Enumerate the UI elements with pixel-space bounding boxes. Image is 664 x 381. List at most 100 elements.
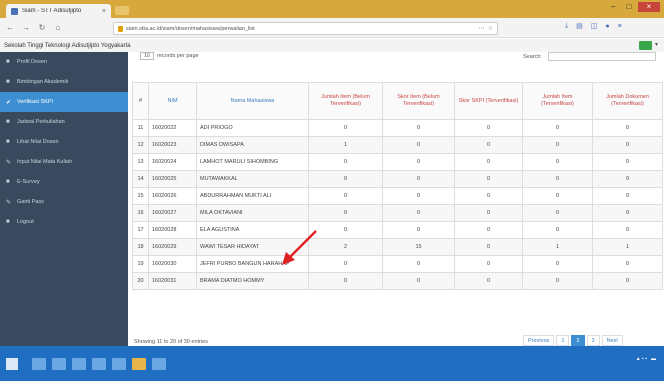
forward-icon[interactable]: → (22, 23, 30, 32)
taskbar-app-5[interactable] (112, 358, 126, 370)
menu-icon[interactable]: ≡ (618, 23, 622, 30)
cell-skor-belum: 0 (382, 272, 455, 290)
cell-jumlah-terverifikasi: 0 (522, 221, 593, 239)
cell-dokumen-terverifikasi: 0 (592, 221, 663, 239)
taskbar-browser[interactable] (132, 358, 146, 370)
bookmark-star-icon[interactable]: ☆ (488, 25, 493, 32)
cell-nim: 16020026 (148, 187, 197, 205)
cell-jumlah-belum: 1 (308, 136, 383, 154)
tab-close-icon[interactable]: × (102, 8, 106, 15)
sync-icon[interactable]: ● (605, 23, 609, 30)
pagination-page-1[interactable]: 1 (556, 335, 570, 346)
col-header-dokumen-terverifikasi[interactable]: Jumlah Dokumen (Terverifikasi) (592, 82, 663, 120)
cell-nama: MILA OKTAVIANI (196, 204, 309, 222)
cell-no: 11 (132, 119, 149, 137)
col-header-nama[interactable]: Nama Mahasiswa (196, 82, 309, 120)
col-header-skor-skpi[interactable]: Skor SKPI (Terverifikasi) (454, 82, 523, 120)
cell-skor-belum: 0 (382, 221, 455, 239)
sidebar-item-input-nilai[interactable]: ✎ Input Nilai Mata Kuliah (0, 152, 128, 172)
cell-dokumen-terverifikasi: 0 (592, 136, 663, 154)
cell-nim: 16020024 (148, 153, 197, 171)
pagination-previous[interactable]: Previous (523, 335, 555, 346)
cell-skor-belum: 0 (382, 255, 455, 273)
back-icon[interactable]: ← (6, 23, 14, 32)
cell-skor-skpi: 0 (454, 204, 523, 222)
cell-nama: ADI PRIOGO (196, 119, 309, 137)
flag-icon[interactable] (638, 41, 652, 50)
cell-nim: 16020025 (148, 170, 197, 188)
reload-icon[interactable]: ↻ (38, 23, 46, 32)
start-button[interactable] (6, 358, 18, 370)
sidebar-item-skpi[interactable]: ✔ Verifikasi SKPI (0, 92, 128, 112)
pagination: Previous 1 2 3 Next (523, 335, 623, 346)
download-icon[interactable]: ⤓ (565, 22, 568, 30)
pagination-next[interactable]: Next (601, 335, 623, 346)
table-row: 17 16020028 ELA AGUSTINA 0 0 0 0 0 (132, 221, 663, 239)
sidebar-item-ganti-pass[interactable]: ✎ Ganti Pass (0, 192, 128, 212)
sidebar-item-logout[interactable]: ■ Logout (0, 212, 128, 232)
sidebar-toggle-icon[interactable]: ◫ (591, 22, 598, 30)
home-icon[interactable]: ⌂ (54, 23, 62, 32)
taskbar-app-1[interactable] (32, 358, 46, 370)
pagination-page-2[interactable]: 2 (571, 335, 585, 346)
col-header-nim[interactable]: NIM (148, 82, 197, 120)
address-bar[interactable]: siam.stta.ac.id/siam/dosen/mahasiswa/per… (113, 22, 498, 35)
cell-jumlah-terverifikasi: 0 (522, 204, 593, 222)
user-menu-icon[interactable]: ▾ (655, 41, 658, 50)
sidebar-item-nilai[interactable]: ■ Lihat Nilai Dosen (0, 132, 128, 152)
search-input[interactable] (548, 52, 656, 61)
maximize-button[interactable]: □ (622, 2, 636, 12)
col-header-no[interactable]: # (132, 82, 149, 120)
zoom-icon[interactable]: ⋯ (479, 25, 485, 32)
cell-jumlah-terverifikasi: 1 (522, 238, 593, 256)
cell-dokumen-terverifikasi: 1 (592, 238, 663, 256)
skpi-table: # NIM Nama Mahasiswa Jumlah Item (Belum … (132, 82, 663, 290)
cell-skor-skpi: 0 (454, 153, 523, 171)
col-header-jumlah-terverifikasi[interactable]: Jumlah Item (Terverifikasi) (522, 82, 593, 120)
cell-no: 13 (132, 153, 149, 171)
taskbar-app-4[interactable] (92, 358, 106, 370)
cell-dokumen-terverifikasi: 0 (592, 187, 663, 205)
col-header-skor-belum[interactable]: Skor Item (Belum Terverifikasi) (382, 82, 455, 120)
library-icon[interactable]: ▤ (576, 22, 583, 30)
taskbar-app-7[interactable] (152, 358, 166, 370)
col-header-jumlah-belum[interactable]: Jumlah Item (Belum Terverifikasi) (308, 82, 383, 120)
table-header-row: # NIM Nama Mahasiswa Jumlah Item (Belum … (132, 82, 663, 120)
cell-no: 20 (132, 272, 149, 290)
sidebar-item-profil[interactable]: ■ Profil Dosen (0, 52, 128, 72)
system-tray: ▲ ▪ ▪ ▬ (636, 356, 656, 362)
cell-jumlah-belum: 0 (308, 153, 383, 171)
records-per-page-label: records per page (157, 53, 199, 59)
cell-dokumen-terverifikasi: 0 (592, 272, 663, 290)
records-per-page: 10 records per page (140, 52, 199, 60)
tray-icons[interactable]: ▲ ▪ ▪ (636, 356, 647, 362)
clock-icon[interactable]: ▬ (651, 356, 656, 362)
cell-no: 15 (132, 187, 149, 205)
logout-icon: ■ (6, 219, 10, 225)
taskbar-app-2[interactable] (52, 358, 66, 370)
sidebar-item-survey[interactable]: ■ E-Survey (0, 172, 128, 192)
browser-toolbar-right: ⤓ ▤ ◫ ● ≡ (565, 22, 622, 30)
tab-favicon-icon (11, 7, 18, 15)
edit-icon: ✎ (6, 159, 12, 166)
windows-taskbar: ▲ ▪ ▪ ▬ (0, 346, 664, 381)
table-row: 20 16020031 BRAMA DIATMO HOMMY 0 0 0 0 0 (132, 272, 663, 290)
calendar-icon: ■ (6, 119, 10, 125)
taskbar-app-3[interactable] (72, 358, 86, 370)
table-row: 12 16020023 DIMAS DWISAPA 1 0 0 0 0 (132, 136, 663, 154)
cell-nim: 16020022 (148, 119, 197, 137)
search-label: Search: (523, 54, 542, 60)
sidebar-item-bimbingan[interactable]: ■ Bimbingan Akademik (0, 72, 128, 92)
url-text: siam.stta.ac.id/siam/dosen/mahasiswa/per… (126, 25, 255, 32)
records-per-page-select[interactable]: 10 (140, 52, 154, 60)
cell-skor-belum: 0 (382, 136, 455, 154)
cell-skor-skpi: 0 (454, 238, 523, 256)
close-window-button[interactable]: × (638, 2, 660, 12)
table-row: 14 16020025 MUTAWAKKAL 0 0 0 0 0 (132, 170, 663, 188)
new-tab-button[interactable] (115, 6, 129, 15)
pagination-page-3[interactable]: 3 (586, 335, 600, 346)
browser-tab[interactable]: Siam - STT Adisutjipto × (6, 4, 111, 18)
sidebar-item-jadwal[interactable]: ■ Jadwal Perkuliahan (0, 112, 128, 132)
cell-skor-skpi: 0 (454, 187, 523, 205)
minimize-button[interactable]: – (606, 2, 620, 12)
